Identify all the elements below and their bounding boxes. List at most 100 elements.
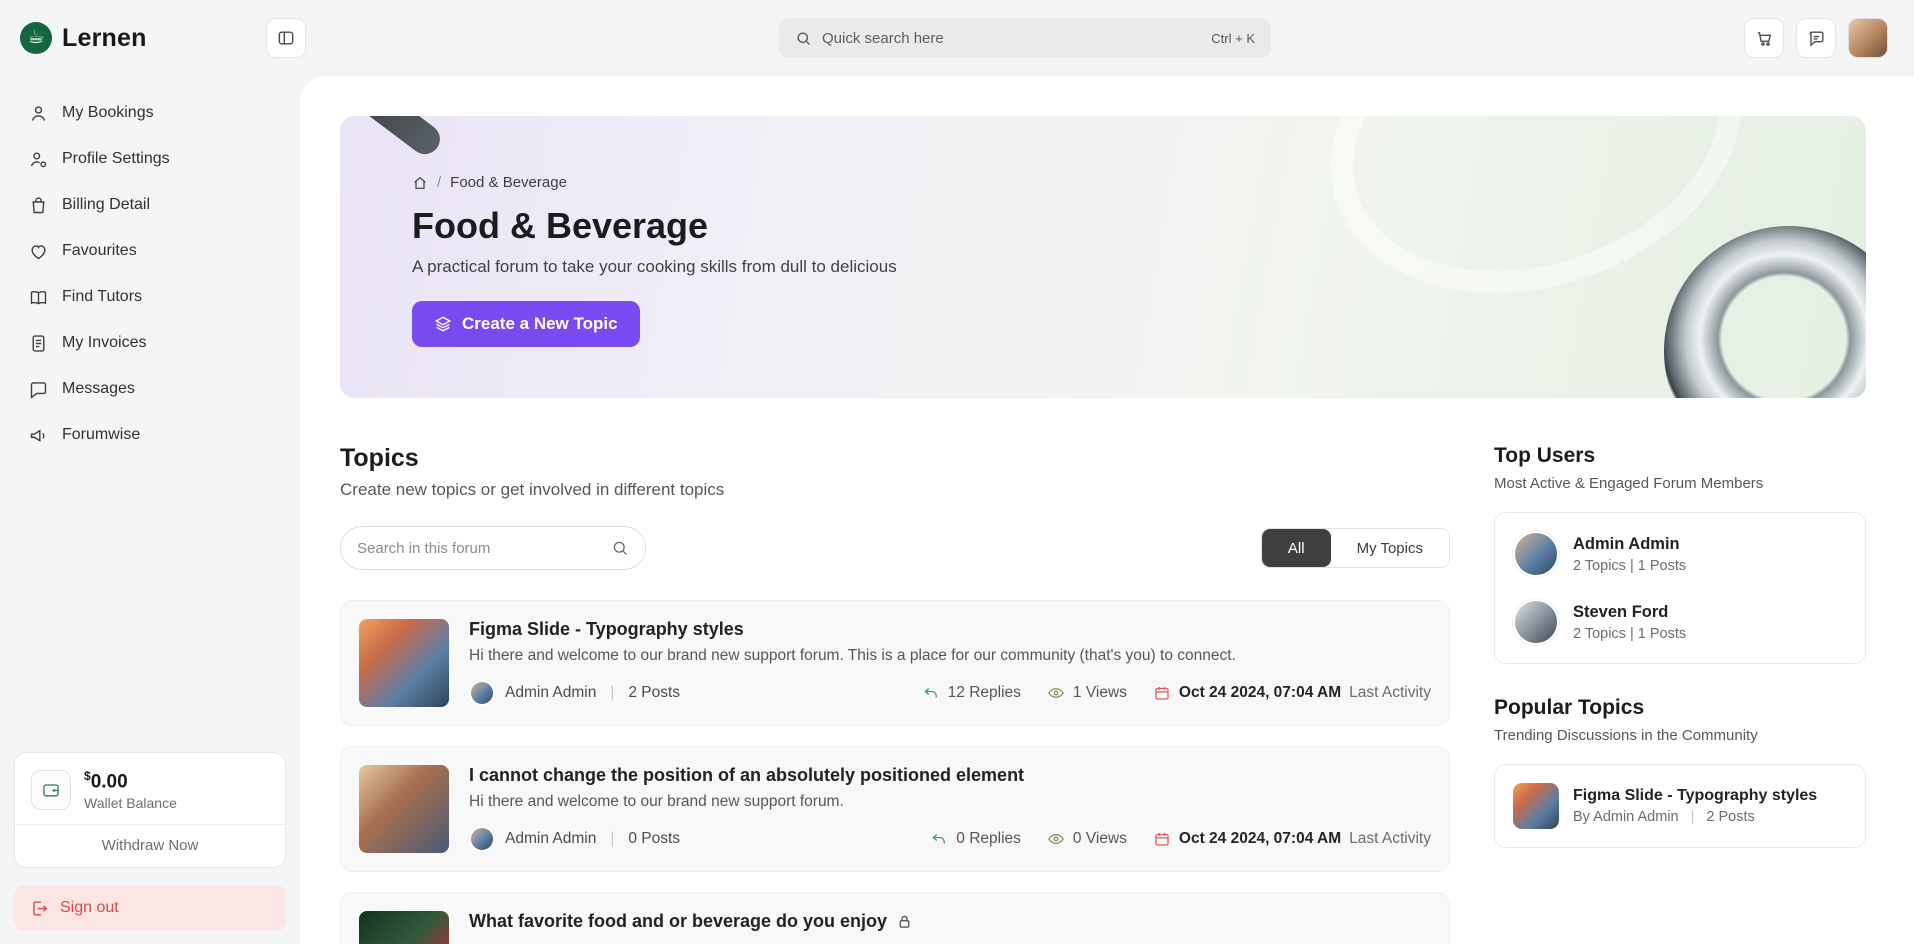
forum-search[interactable] — [340, 526, 646, 570]
sidebar-item-favourites[interactable]: Favourites — [18, 228, 282, 274]
sidebar-item-messages[interactable]: Messages — [18, 366, 282, 412]
signout-icon — [30, 899, 49, 918]
popular-topics-heading: Popular Topics — [1494, 696, 1866, 720]
top-users-subheading: Most Active & Engaged Forum Members — [1494, 475, 1866, 492]
bookings-icon — [28, 103, 49, 124]
sidebar-item-label: My Bookings — [62, 104, 154, 122]
pen-decoration — [340, 116, 446, 160]
popular-topic-author: By Admin Admin — [1573, 809, 1679, 825]
topic-body: I cannot change the position of an absol… — [469, 765, 1431, 853]
activity-date: Oct 24 2024, 07:04 AM — [1179, 830, 1341, 848]
heart-icon — [28, 241, 49, 262]
right-panel: Top Users Most Active & Engaged Forum Me… — [1494, 444, 1866, 944]
top-users-card: Admin Admin 2 Topics | 1 Posts Steven Fo… — [1494, 512, 1866, 664]
topic-body: What favorite food and or beverage do yo… — [469, 911, 1431, 944]
tab-all[interactable]: All — [1262, 529, 1331, 567]
views-count: 1 Views — [1073, 684, 1127, 702]
search-icon — [611, 539, 629, 557]
popular-topic-row[interactable]: Figma Slide - Typography styles By Admin… — [1513, 783, 1847, 829]
topics-filter-tabs: All My Topics — [1261, 528, 1450, 568]
wallet-icon — [31, 770, 71, 810]
user-avatar — [1513, 599, 1559, 645]
topbar-right — [1744, 18, 1888, 58]
user-avatar[interactable] — [1848, 18, 1888, 58]
forum-icon — [28, 425, 49, 446]
popular-topics-subheading: Trending Discussions in the Community — [1494, 727, 1866, 744]
sidebar-item-label: Find Tutors — [62, 288, 142, 306]
withdraw-button[interactable]: Withdraw Now — [15, 825, 285, 867]
wallet-label: Wallet Balance — [84, 795, 177, 811]
sidebar-item-label: My Invoices — [62, 334, 146, 352]
breadcrumb-separator: / — [437, 174, 441, 191]
topbar: ☕ Lernen Ctrl + K — [0, 0, 1914, 76]
user-info: Steven Ford 2 Topics | 1 Posts — [1573, 603, 1686, 642]
sidebar-item-label: Billing Detail — [62, 196, 150, 214]
user-info: Admin Admin 2 Topics | 1 Posts — [1573, 535, 1686, 574]
topic-card[interactable]: I cannot change the position of an absol… — [340, 746, 1450, 872]
sidebar-toggle-button[interactable] — [266, 18, 306, 58]
sidebar: My Bookings Profile Settings Billing Det… — [0, 76, 300, 944]
views-stat: 0 Views — [1047, 830, 1127, 848]
topic-thumbnail — [359, 911, 449, 944]
eye-icon — [1047, 684, 1065, 702]
brand-logo-icon: ☕ — [20, 22, 52, 54]
separator: | — [610, 830, 614, 848]
sidebar-item-label: Messages — [62, 380, 135, 398]
replies-count: 0 Replies — [956, 830, 1021, 848]
sidebar-item-my-bookings[interactable]: My Bookings — [18, 90, 282, 136]
sidebar-item-label: Favourites — [62, 242, 137, 260]
top-user-row[interactable]: Admin Admin 2 Topics | 1 Posts — [1513, 531, 1847, 577]
top-user-row[interactable]: Steven Ford 2 Topics | 1 Posts — [1513, 599, 1847, 645]
topics-heading: Topics — [340, 444, 1450, 473]
global-search-input[interactable] — [822, 30, 1201, 47]
brand-name: Lernen — [62, 24, 147, 53]
wallet-summary: $0.00 Wallet Balance — [15, 753, 285, 824]
topbar-left: ☕ Lernen — [20, 18, 306, 58]
sidebar-item-find-tutors[interactable]: Find Tutors — [18, 274, 282, 320]
topic-title[interactable]: Figma Slide - Typography styles — [469, 619, 744, 640]
sidebar-item-my-invoices[interactable]: My Invoices — [18, 320, 282, 366]
popular-topic-title: Figma Slide - Typography styles — [1573, 787, 1817, 805]
signout-label: Sign out — [60, 899, 119, 917]
search-shortcut: Ctrl + K — [1211, 31, 1255, 46]
calendar-icon — [1153, 684, 1171, 702]
search-icon — [795, 30, 812, 47]
sidebar-item-forumwise[interactable]: Forumwise — [18, 412, 282, 458]
sidebar-item-billing-detail[interactable]: Billing Detail — [18, 182, 282, 228]
message-icon — [28, 379, 49, 400]
separator: | — [1691, 809, 1695, 825]
topic-card[interactable]: What favorite food and or beverage do yo… — [340, 892, 1450, 944]
popular-topic-posts: 2 Posts — [1706, 809, 1754, 825]
brand-logo[interactable]: ☕ Lernen — [20, 22, 147, 54]
home-icon[interactable] — [412, 175, 428, 191]
user-stats: 2 Topics | 1 Posts — [1573, 558, 1686, 574]
wallet-texts: $0.00 Wallet Balance — [84, 769, 177, 811]
topic-author: Admin Admin — [469, 680, 596, 706]
layers-icon — [434, 315, 452, 333]
topic-card[interactable]: Figma Slide - Typography styles Hi there… — [340, 600, 1450, 726]
user-avatar — [1513, 531, 1559, 577]
activity-suffix: Last Activity — [1349, 684, 1431, 702]
author-name: Admin Admin — [505, 830, 596, 848]
topic-title[interactable]: I cannot change the position of an absol… — [469, 765, 1024, 786]
topic-title[interactable]: What favorite food and or beverage do yo… — [469, 911, 887, 932]
sidebar-item-profile-settings[interactable]: Profile Settings — [18, 136, 282, 182]
signout-button[interactable]: Sign out — [14, 885, 286, 931]
top-users-heading: Top Users — [1494, 444, 1866, 468]
open-book-icon — [28, 287, 49, 308]
cart-button[interactable] — [1744, 18, 1784, 58]
forum-search-input[interactable] — [357, 540, 601, 557]
messages-button[interactable] — [1796, 18, 1836, 58]
create-topic-label: Create a New Topic — [462, 314, 618, 334]
invoice-icon — [28, 333, 49, 354]
breadcrumb-current[interactable]: Food & Beverage — [450, 174, 567, 191]
separator: | — [610, 684, 614, 702]
replies-stat: 0 Replies — [930, 830, 1021, 848]
main-content: / Food & Beverage Food & Beverage A prac… — [300, 76, 1914, 944]
create-topic-button[interactable]: Create a New Topic — [412, 301, 640, 347]
global-search[interactable]: Ctrl + K — [779, 18, 1271, 58]
user-stats: 2 Topics | 1 Posts — [1573, 626, 1686, 642]
replies-stat: 12 Replies — [922, 684, 1021, 702]
reply-icon — [922, 684, 940, 702]
tab-my-topics[interactable]: My Topics — [1331, 529, 1449, 567]
